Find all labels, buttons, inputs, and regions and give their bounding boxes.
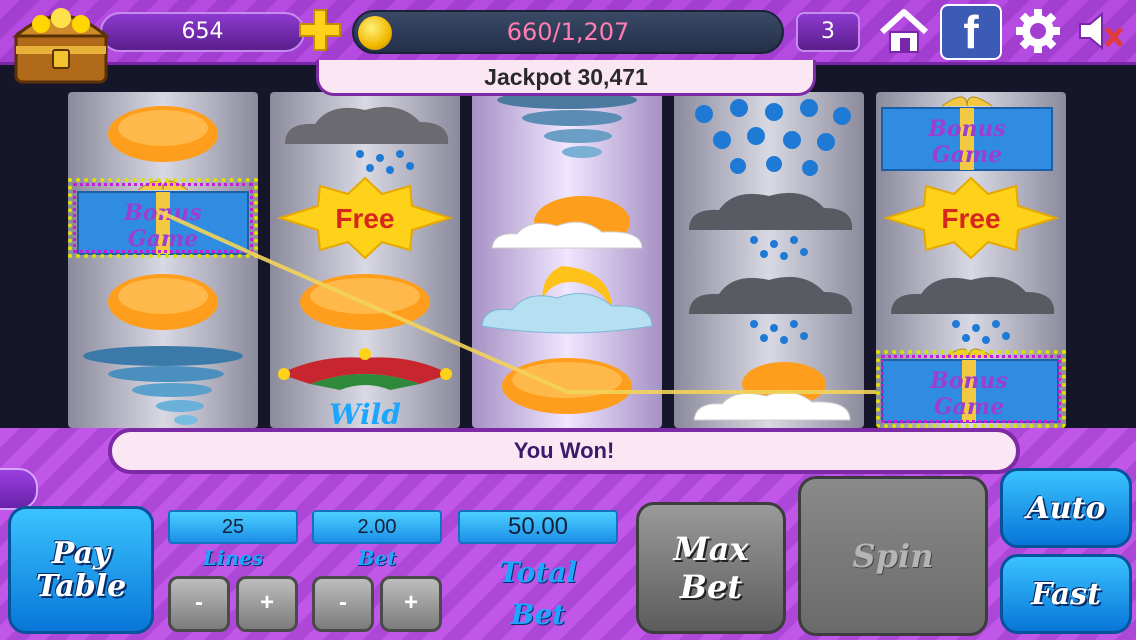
coin-balance: 654 — [100, 12, 305, 52]
pay-table-line2: Table — [35, 569, 127, 604]
max-bet-button[interactable]: Max Bet — [636, 502, 786, 634]
reel-5: Bonus Game Free Bonus Game — [876, 92, 1066, 428]
spin-label: Spin — [852, 536, 934, 575]
rain-cloud-symbol — [285, 106, 449, 174]
total-bet-value-box: 50.00 — [458, 510, 618, 544]
jester-wild-symbol: Wild — [278, 348, 452, 428]
bet-plus-button[interactable]: + — [380, 576, 442, 632]
win-highlight — [68, 178, 258, 258]
sun-cloud-symbol — [693, 362, 851, 421]
sun-symbol — [108, 274, 218, 330]
lines-minus-button[interactable]: - — [168, 576, 230, 632]
bonus-text-line1: Bonus — [927, 116, 1006, 142]
lines-label: Lines — [202, 546, 264, 570]
lines-plus-label: + — [259, 589, 274, 616]
fast-spin-button[interactable]: Fast — [1000, 554, 1132, 634]
tornado-symbol — [83, 346, 243, 425]
spin-button[interactable]: Spin — [798, 476, 988, 636]
free-spin-symbol: Free — [276, 176, 454, 260]
bet-minus-button[interactable]: - — [312, 576, 374, 632]
bonus-game-symbol: Bonus Game — [881, 96, 1053, 171]
lines-plus-button[interactable]: + — [236, 576, 298, 632]
rain-cloud-symbol — [689, 192, 853, 260]
fast-label: Fast — [1031, 576, 1101, 612]
lines-minus-label: - — [195, 589, 203, 616]
reel-4 — [674, 92, 864, 428]
sun-behind-cloud-symbol — [491, 196, 643, 249]
free-text: Free — [335, 203, 394, 234]
treasure-chest-icon[interactable] — [6, 2, 116, 86]
jackpot-banner: Jackpot 30,471 — [316, 60, 816, 96]
sound-muted-icon[interactable] — [1072, 4, 1128, 58]
rain-cloud-symbol — [689, 276, 853, 344]
reel-2: Free Wild — [270, 92, 460, 428]
total-bet-label-line1: Total — [498, 556, 577, 589]
gold-coin-icon — [358, 16, 392, 50]
xp-progress-text: 660/1,207 — [506, 18, 630, 46]
tornado-symbol — [497, 92, 637, 158]
home-icon[interactable] — [876, 4, 932, 58]
auto-label: Auto — [1026, 490, 1106, 526]
win-message-text: You Won! — [513, 438, 615, 463]
jackpot-value: Jackpot 30,471 — [484, 64, 648, 90]
lines-value-box: 25 — [168, 510, 298, 544]
free-spin-symbol: Free — [882, 176, 1060, 260]
total-bet-value: 50.00 — [507, 513, 569, 540]
xp-progress-bar: 660/1,207 — [352, 10, 784, 54]
level-value: 3 — [821, 19, 835, 44]
reel-area: Bonus Game Free Wild Bonus Game Free Bon… — [0, 62, 1136, 428]
lines-value: 25 — [221, 516, 245, 538]
bet-plus-label: + — [403, 589, 418, 616]
coin-balance-value: 654 — [181, 19, 224, 44]
auto-spin-button[interactable]: Auto — [1000, 468, 1132, 548]
win-highlight — [876, 350, 1066, 428]
settings-gear-icon[interactable] — [1010, 4, 1066, 58]
bet-value: 2.00 — [357, 516, 397, 538]
total-bet-label-line2: Bet — [510, 598, 566, 631]
level-badge: 3 — [796, 12, 860, 52]
rain-cloud-symbol — [891, 276, 1055, 344]
win-message: You Won! — [108, 428, 1020, 474]
sun-symbol — [108, 106, 218, 162]
bonus-text-line2: Game — [932, 142, 1002, 168]
pay-table-button[interactable]: Pay Table — [8, 506, 154, 634]
reel-1: Bonus Game — [68, 92, 258, 428]
max-bet-line1: Max — [673, 529, 749, 568]
sun-symbol — [502, 358, 632, 414]
plus-icon[interactable] — [296, 6, 344, 54]
side-menu-tab[interactable] — [0, 468, 38, 510]
raindrops-symbol — [695, 99, 851, 176]
free-text: Free — [941, 203, 1000, 234]
facebook-letter: f — [963, 6, 979, 58]
max-bet-line2: Bet — [679, 568, 743, 606]
bet-label: Bet — [357, 546, 397, 570]
pay-table-line1: Pay — [51, 536, 111, 571]
wild-text: Wild — [329, 398, 401, 428]
moon-cloud-symbol — [481, 266, 653, 334]
bet-value-box: 2.00 — [312, 510, 442, 544]
facebook-icon[interactable]: f — [940, 4, 1002, 60]
bet-minus-label: - — [339, 589, 347, 616]
sun-symbol — [300, 274, 430, 330]
reel-3 — [472, 92, 662, 428]
total-bet-label: Total Bet — [458, 552, 618, 636]
